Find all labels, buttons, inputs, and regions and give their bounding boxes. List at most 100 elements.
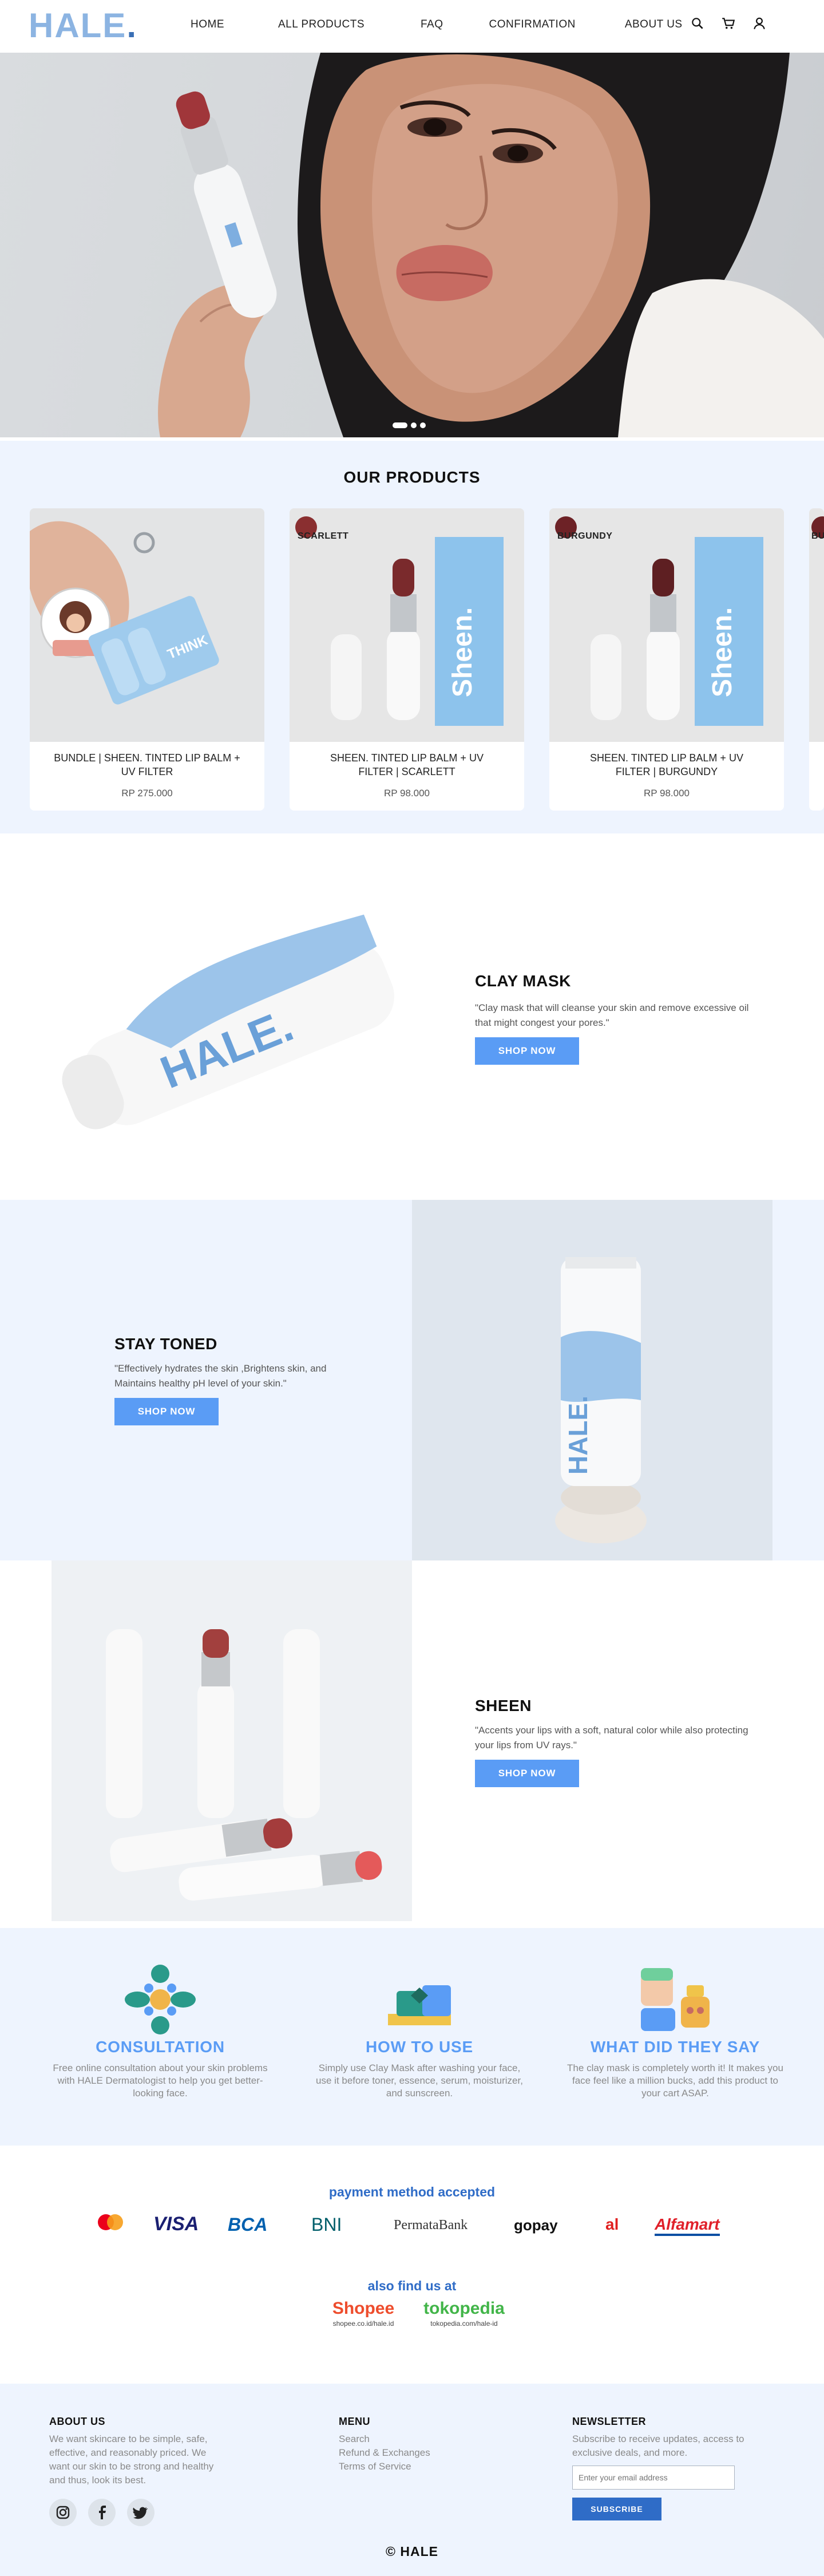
product-card-partial[interactable]: BU: [809, 508, 824, 811]
footer-menu-title: MENU: [339, 2416, 370, 2427]
clay-mask-image: HALE.: [52, 833, 412, 1194]
subscribe-button[interactable]: SUBSCRIBE: [572, 2498, 661, 2520]
site-footer: ABOUT US We want skincare to be simple, …: [0, 2384, 824, 2576]
feature-title: SHEEN: [475, 1697, 532, 1714]
payment-logos: VISA BCA BNI PermataBank gopay al Alfama…: [96, 2210, 728, 2244]
shopee-logo: Shopee: [332, 2299, 395, 2318]
products-title: OUR PRODUCTS: [343, 468, 481, 486]
mastercard-icon: [96, 2213, 125, 2231]
swatch-label: BURGUNDY: [557, 531, 613, 541]
copyright: © HALE: [386, 2544, 438, 2559]
tokopedia-url: tokopedia.com/hale-id: [430, 2320, 498, 2328]
info-text: The clay mask is completely worth it! It…: [567, 2063, 783, 2099]
carousel-dot-1[interactable]: [393, 422, 407, 428]
find-us-title: also find us at: [367, 2278, 457, 2293]
swatch-label: BU: [811, 531, 824, 541]
hero-banner: [0, 53, 824, 437]
product-price: RP 98.000: [383, 788, 430, 799]
product-name: SHEEN. TINTED LIP BALM + UV FILTER | SCA…: [330, 752, 484, 777]
toner-image: HALE.: [412, 1200, 772, 1560]
feature-text: "Accents your lips with a soft, natural …: [475, 1725, 748, 1751]
store-tokopedia[interactable]: tokopedia tokopedia.com/hale-id: [415, 2299, 513, 2328]
nav-confirmation[interactable]: CONFIRMATION: [489, 18, 576, 31]
nav-home[interactable]: HOME: [191, 18, 224, 31]
info-text: Simply use Clay Mask after washing your …: [316, 2063, 523, 2099]
products-section: OUR PRODUCTS THINK BUNDLE | SHEEN. TINTE…: [0, 441, 824, 833]
swatch-label: SCARLETT: [298, 531, 349, 541]
footer-link-terms[interactable]: Terms of Service: [339, 2460, 488, 2474]
newsletter-email-input[interactable]: [572, 2466, 735, 2490]
header-actions: [690, 16, 767, 31]
svg-text:Sheen.: Sheen.: [447, 607, 478, 697]
social-links: [49, 2499, 221, 2526]
info-how-to-use: HOW TO USE Simply use Clay Mask after wa…: [311, 1962, 528, 2100]
info-text: Free online consultation about your skin…: [53, 2063, 268, 2099]
footer-newsletter-title: NEWSLETTER: [572, 2416, 646, 2427]
user-icon[interactable]: [752, 16, 767, 31]
feature-text: "Clay mask that will cleanse your skin a…: [475, 1002, 749, 1028]
footer-menu: MENU Search Refund & Exchanges Terms of …: [339, 2416, 488, 2474]
shop-now-button[interactable]: SHOP NOW: [475, 1760, 579, 1787]
svg-text:Sheen.: Sheen.: [707, 607, 738, 697]
alfamart-logo: Alfamart: [655, 2215, 720, 2236]
feature-title: STAY TONED: [114, 1335, 217, 1353]
footer-link-search[interactable]: Search: [339, 2432, 488, 2446]
feature-stay-toned: HALE. STAY TONED "Effectively hydrates t…: [0, 1200, 824, 1560]
bca-logo: BCA: [228, 2214, 268, 2235]
info-title: CONSULTATION: [96, 2038, 225, 2056]
hero-image: [158, 53, 824, 437]
footer-newsletter-text: Subscribe to receive updates, access to …: [572, 2433, 744, 2458]
payment-section: payment method accepted VISA BCA BNI Per…: [0, 2146, 824, 2384]
carousel-dot-3[interactable]: [420, 422, 426, 428]
product-name: BUNDLE | SHEEN. TINTED LIP BALM + UV FIL…: [54, 752, 240, 777]
consultation-icon: [120, 1962, 200, 2037]
testimonial-icon: [635, 1962, 715, 2037]
footer-about-text: We want skincare to be simple, safe, eff…: [49, 2433, 214, 2486]
site-header: HALE. HOME ALL PRODUCTS FAQ CONFIRMATION…: [0, 0, 824, 53]
logo-dot: .: [126, 6, 138, 45]
sheen-image: [52, 1560, 412, 1921]
nav-faq[interactable]: FAQ: [421, 18, 443, 31]
info-title: WHAT DID THEY SAY: [590, 2038, 760, 2056]
feature-clay-mask: HALE. CLAY MASK "Clay mask that will cle…: [0, 833, 824, 1194]
footer-link-refund[interactable]: Refund & Exchanges: [339, 2446, 488, 2460]
product-card-scarlett[interactable]: Sheen. SCARLETT SHEEN. TINTED LIP BALM +…: [290, 508, 524, 811]
product-image: BU: [809, 508, 824, 742]
feature-title: CLAY MASK: [475, 972, 571, 990]
visa-logo: VISA: [153, 2213, 199, 2235]
carousel-dot-2[interactable]: [411, 422, 417, 428]
twitter-icon[interactable]: [127, 2499, 154, 2526]
cart-icon[interactable]: [721, 16, 736, 31]
facebook-icon[interactable]: [88, 2499, 116, 2526]
how-to-use-icon: [379, 1962, 459, 2037]
bni-logo: BNI: [311, 2214, 342, 2235]
hero-carousel-dots: [393, 422, 426, 428]
feature-sheen: SHEEN "Accents your lips with a soft, na…: [0, 1560, 824, 1921]
product-card-burgundy[interactable]: Sheen. BURGUNDY SHEEN. TINTED LIP BALM +…: [549, 508, 784, 811]
product-price: RP 98.000: [643, 788, 690, 799]
shop-now-button[interactable]: SHOP NOW: [114, 1398, 219, 1425]
svg-text:HALE.: HALE.: [563, 1396, 593, 1475]
product-image: THINK: [30, 508, 264, 742]
info-section: CONSULTATION Free online consultation ab…: [0, 1928, 824, 2146]
footer-about: ABOUT US We want skincare to be simple, …: [49, 2416, 221, 2526]
permatabank-logo: PermataBank: [394, 2218, 468, 2233]
payment-title: payment method accepted: [328, 2184, 496, 2199]
product-image: Sheen. SCARLETT: [290, 508, 524, 742]
brand-logo[interactable]: HALE.: [29, 6, 137, 45]
info-consultation: CONSULTATION Free online consultation ab…: [52, 1962, 269, 2100]
nav-about-us[interactable]: ABOUT US: [625, 18, 683, 31]
product-image: Sheen. BURGUNDY: [549, 508, 784, 742]
ovo-icon: al: [605, 2215, 619, 2233]
footer-newsletter: NEWSLETTER Subscribe to receive updates,…: [572, 2416, 778, 2520]
nav-all-products[interactable]: ALL PRODUCTS: [278, 18, 365, 31]
instagram-icon[interactable]: [49, 2499, 77, 2526]
search-icon[interactable]: [690, 16, 705, 31]
product-price: RP 275.000: [121, 788, 173, 799]
feature-text: "Effectively hydrates the skin ,Brighten…: [114, 1363, 327, 1389]
gopay-logo: gopay: [514, 2217, 558, 2234]
logo-text: HALE: [29, 6, 127, 45]
store-shopee[interactable]: Shopee shopee.co.id/hale.id: [320, 2299, 406, 2328]
product-card-bundle[interactable]: THINK BUNDLE | SHEEN. TINTED LIP BALM + …: [30, 508, 264, 811]
shop-now-button[interactable]: SHOP NOW: [475, 1037, 579, 1065]
